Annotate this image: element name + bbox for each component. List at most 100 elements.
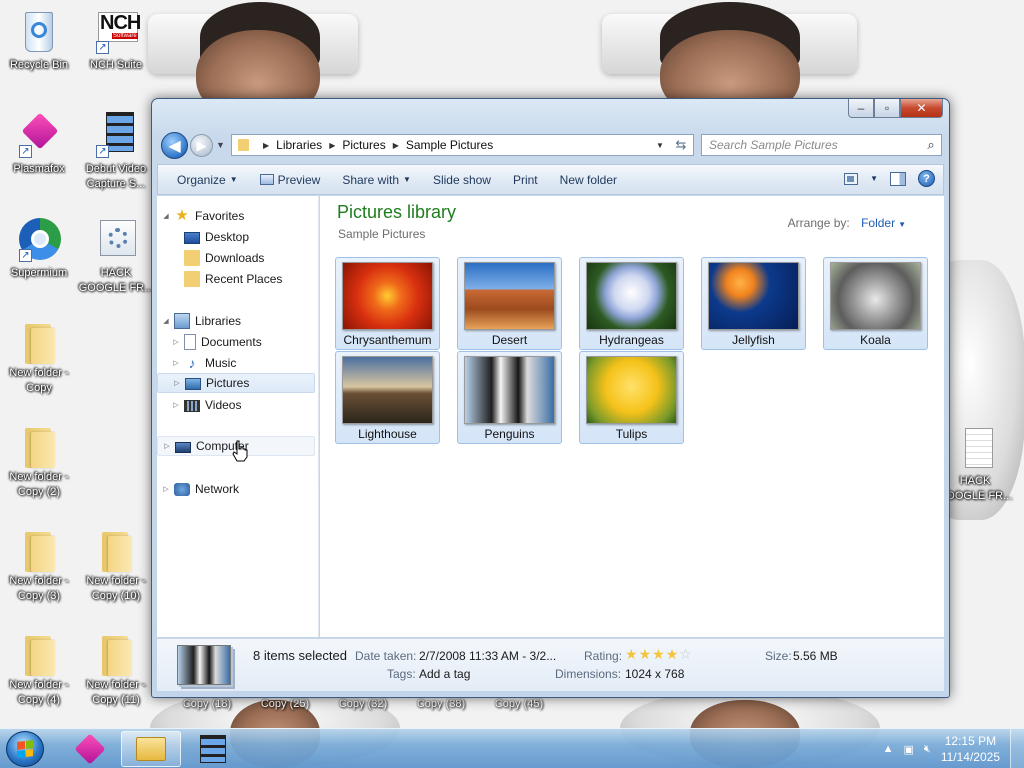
share-with-button[interactable]: Share with ▼ [331,165,422,194]
search-box[interactable]: ⌕ [701,134,942,156]
taskbar-debut-video[interactable] [183,731,243,767]
file-tile-koala[interactable]: Koala [823,257,928,350]
desktop-icon-new-folder-copy-3[interactable]: New folder - Copy (3) [1,528,77,604]
breadcrumb-pictures[interactable]: Pictures [342,138,385,152]
collapsed-triangle-icon[interactable]: ▷ [171,338,181,346]
nav-pictures[interactable]: ▷ Pictures [157,373,315,393]
recent-pages-dropdown[interactable]: ▼ [216,140,225,150]
help-icon[interactable]: ? [918,170,935,187]
network-tray-icon[interactable]: ▣ [903,743,913,756]
collapsed-triangle-icon[interactable]: ▷ [161,485,171,493]
rating-star-icon[interactable]: ★ [639,647,652,661]
desktop-icon-plasmafox[interactable]: ↗ Plasmafox [1,112,77,177]
file-tile-jellyfish[interactable]: Jellyfish [701,257,806,350]
tags-value[interactable]: Add a tag [419,667,470,681]
partial-label[interactable]: Copy (38) [402,698,480,710]
desktop-icon-nch-suite[interactable]: NCH Software ↗ NCH Suite [78,8,154,73]
thumbnail-image [464,262,555,330]
print-button[interactable]: Print [502,165,549,194]
collapsed-triangle-icon[interactable]: ▷ [162,442,172,450]
print-label: Print [512,172,538,187]
breadcrumb-chevron-icon[interactable]: ▶ [393,141,399,150]
file-tile-tulips[interactable]: Tulips [579,351,684,444]
nav-libraries[interactable]: ◢ Libraries [161,311,319,331]
file-tile-chrysanthemum[interactable]: Chrysanthemum [335,257,440,350]
maximize-button[interactable]: ▫ [874,99,900,118]
library-subtitle: Sample Pictures [338,227,426,241]
nav-recent-places[interactable]: Recent Places [171,269,329,289]
collapsed-triangle-icon[interactable]: ▷ [172,379,182,387]
rating-stars[interactable]: ★ ★ ★ ★ ☆ [625,647,692,661]
partial-label[interactable]: Copy (25) [246,698,324,710]
nav-music[interactable]: ▷ ♪ Music [171,353,329,373]
rating-star-icon[interactable]: ☆ [679,647,692,661]
breadcrumb-sample-pictures[interactable]: Sample Pictures [406,138,493,152]
desktop-icon-new-folder-copy-11[interactable]: New folder - Copy (11) [78,632,154,708]
collapsed-triangle-icon[interactable]: ▷ [171,401,181,409]
preview-button[interactable]: Preview [249,165,332,194]
desktop-icon-hack-google[interactable]: HACK GOOGLE FR... [78,216,154,296]
nav-downloads[interactable]: Downloads [171,248,329,268]
thumbnail-image [342,262,433,330]
desktop-icon-supermium[interactable]: ↗ Supermium [1,216,77,281]
collapsed-triangle-icon[interactable]: ▷ [171,359,181,367]
show-desktop-button[interactable] [1010,729,1024,768]
slide-show-button[interactable]: Slide show [422,165,502,194]
desktop-icon-new-folder-copy-4[interactable]: New folder - Copy (4) [1,632,77,708]
desktop-icon-new-folder-copy-10[interactable]: New folder - Copy (10) [78,528,154,604]
expanded-triangle-icon[interactable]: ◢ [161,317,171,325]
new-folder-button[interactable]: New folder [549,165,628,194]
start-button[interactable] [6,731,44,767]
change-view-icon[interactable] [844,172,859,185]
minimize-button[interactable]: – [848,99,874,118]
show-hidden-icons-icon[interactable]: ▲ [883,743,894,755]
view-options-dropdown-icon[interactable]: ▼ [870,174,878,183]
preview-pane-icon[interactable] [890,171,906,186]
shortcut-arrow-icon: ↗ [96,145,109,158]
clock[interactable]: 12:15 PM 11/14/2025 [941,733,1000,765]
desktop-icon [184,232,200,244]
taskbar-plasmafox[interactable] [60,731,120,767]
nav-desktop[interactable]: Desktop [171,227,329,247]
nav-network[interactable]: ▷ Network [161,479,319,499]
dimensions-value: 1024 x 768 [625,667,685,681]
arrange-by-value: Folder [861,216,896,230]
breadcrumb-chevron-icon[interactable]: ▶ [329,141,335,150]
partial-label[interactable]: Copy (45) [480,698,558,710]
file-tile-penguins[interactable]: Penguins [457,351,562,444]
rating-star-icon[interactable]: ★ [666,647,679,661]
address-dropdown-icon[interactable]: ▼ [651,141,669,150]
search-icon[interactable]: ⌕ [921,137,941,153]
file-tile-lighthouse[interactable]: Lighthouse [335,351,440,444]
close-button[interactable]: ✕ [900,99,943,118]
nav-videos[interactable]: ▷ Videos [171,395,329,415]
taskbar-explorer[interactable] [121,731,181,767]
forward-button[interactable]: ▶ [190,134,213,157]
rating-star-icon[interactable]: ★ [652,647,665,661]
refresh-button[interactable]: ⇆ [669,135,693,155]
thumbnail-image [830,262,921,330]
volume-muted-icon[interactable]: 🔇︎ [924,743,931,756]
rating-star-icon[interactable]: ★ [625,647,638,661]
breadcrumb-chevron-icon[interactable]: ▶ [263,141,269,150]
desktop-icon-new-folder-copy-2[interactable]: New folder - Copy (2) [1,424,77,500]
file-tile-desert[interactable]: Desert [457,257,562,350]
nav-favorites[interactable]: ◢ ★ Favorites [161,206,319,226]
library-title: Pictures library [337,202,457,222]
desktop-icon-new-folder-copy[interactable]: New folder - Copy [1,320,77,396]
address-bar[interactable]: ▶ Libraries ▶ Pictures ▶ Sample Pictures… [231,134,694,156]
file-tile-hydrangeas[interactable]: Hydrangeas [579,257,684,350]
date-taken-value[interactable]: 2/7/2008 11:33 AM - 3/2... [419,649,556,663]
desktop-icon-recycle-bin[interactable]: Recycle Bin [1,8,77,73]
back-button[interactable]: ◀ [161,132,188,159]
search-input[interactable] [709,138,921,152]
arrange-by-dropdown[interactable]: Folder ▼ [861,216,906,230]
file-name: Koala [860,333,891,347]
partial-label[interactable]: Copy (32) [324,698,402,710]
partial-label[interactable]: Copy (18) [168,698,246,710]
expanded-triangle-icon[interactable]: ◢ [161,212,171,220]
breadcrumb-libraries[interactable]: Libraries [276,138,322,152]
organize-button[interactable]: Organize ▼ [166,165,249,194]
desktop-icon-debut-video[interactable]: ↗ Debut Video Capture S... [78,112,154,192]
nav-documents[interactable]: ▷ Documents [171,332,329,352]
